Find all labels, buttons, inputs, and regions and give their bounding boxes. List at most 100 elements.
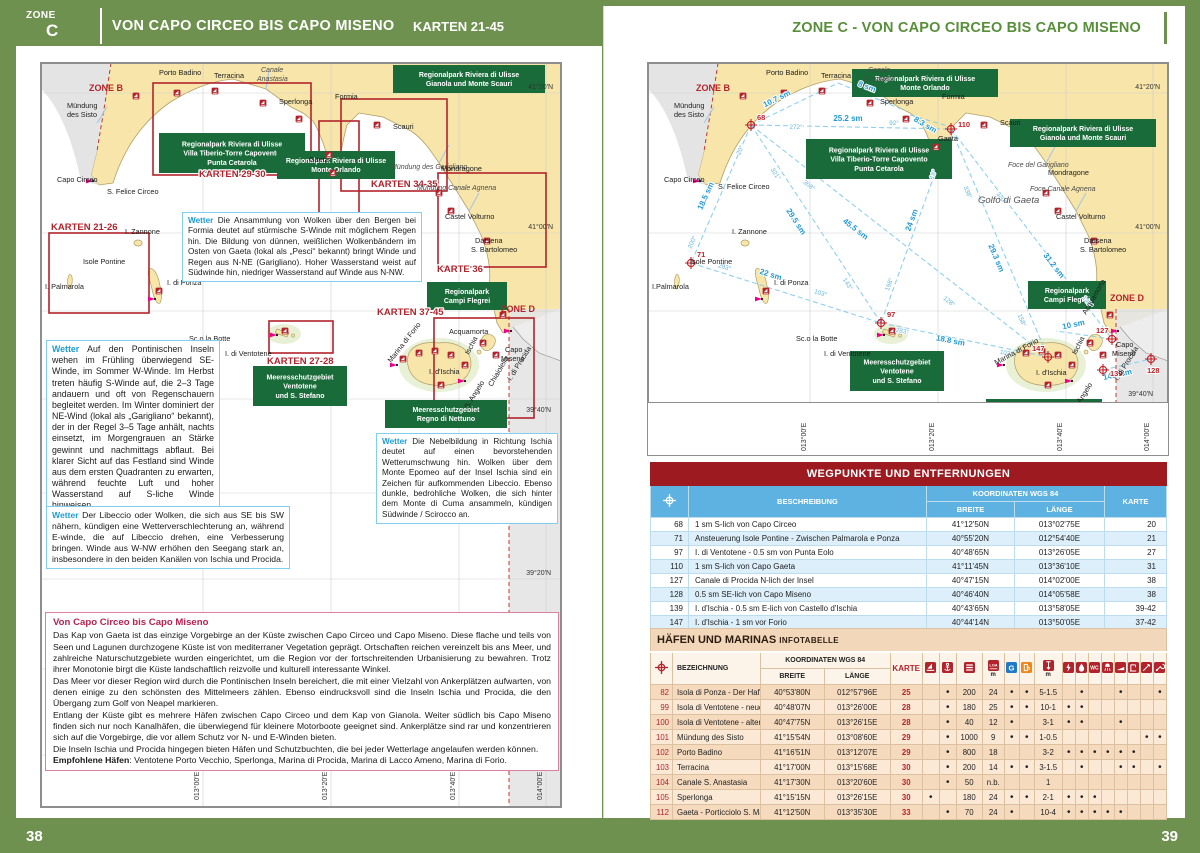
waypoint-description: 1 sm S-lich von Capo Gaeta <box>689 560 927 574</box>
col-beschreibung: BESCHREIBUNG <box>689 486 927 518</box>
place-label: Castel Volturno <box>445 212 495 221</box>
weather-note-nebel: Wetter Die Nebelbildung in Richtung Isch… <box>376 433 558 524</box>
has-gas: • <box>1004 715 1019 730</box>
has-shower <box>1101 730 1114 745</box>
place-label: I. d'Ischia <box>1036 368 1068 377</box>
header-karten-range: KARTEN 21-45 <box>413 19 504 34</box>
has-marina <box>922 730 939 745</box>
col-karte: KARTE <box>890 652 922 685</box>
graticule-label: 39°40'N <box>526 406 551 414</box>
protected-area-label: und S. Stefano <box>873 378 922 385</box>
place-label: Anastasia <box>863 76 895 83</box>
has-crane <box>1127 730 1140 745</box>
protected-area-label: Ventotene <box>880 369 914 376</box>
has-slipway: • <box>1114 685 1127 700</box>
protected-area-label: Gianola und Monte Scauri <box>426 81 512 88</box>
harbor-icon <box>740 93 747 100</box>
place-label: Porto Badino <box>159 68 201 77</box>
svg-text:G: G <box>1009 663 1015 672</box>
has-repair <box>1153 805 1166 820</box>
has-repair: • <box>1153 730 1166 745</box>
waypoint-description: Ansteuerung Isole Pontine - Zwischen Pal… <box>689 532 927 546</box>
max-length: 9 <box>982 730 1004 745</box>
harbor-row: 101Mündung des Sisto41°15'54N013°08'60E2… <box>651 730 1167 745</box>
has-crane <box>1127 790 1140 805</box>
has-fuel <box>1019 745 1034 760</box>
harbor-row: 105Sperlonga41°15'15N013°26'15E30•18024•… <box>651 790 1167 805</box>
waypoint-number: 68 <box>757 113 765 122</box>
fuel-icon <box>1021 662 1032 673</box>
max-length: 12 <box>982 715 1004 730</box>
has-slipway: • <box>1114 760 1127 775</box>
svg-text:WC: WC <box>1090 666 1099 672</box>
waypoint-number: 128 <box>1147 366 1160 375</box>
harbor-name: Gaeta - Porticciolo S. Maria <box>673 805 761 820</box>
berth-count: 800 <box>956 745 982 760</box>
protected-area-label: Campi Flegrei <box>444 298 490 305</box>
waypoint-route-map: Regionalpark Riviera di UlisseMonte Orla… <box>647 62 1169 456</box>
place-label: Darsena <box>1084 236 1113 245</box>
harbor-lat: 41°17'00N <box>760 760 824 775</box>
waypoint-lon: 013°02'75E <box>1014 518 1104 532</box>
graticule-label: 013°40'E <box>1056 422 1064 451</box>
shower-icon <box>1102 662 1113 673</box>
weather-text: Auf den Pontinischen Inseln wehen im Frü… <box>52 344 214 510</box>
place-label: Capo Circeo <box>664 175 705 184</box>
waypoints-table: WEGPUNKTE UND ENTFERNUNGENBESCHREIBUNGKO… <box>650 462 1167 630</box>
waypoint-id: 110 <box>651 560 689 574</box>
waypoint-lat: 41°11'45N <box>926 560 1014 574</box>
depth-range: 3-1.5 <box>1034 760 1062 775</box>
has-anchorage: • <box>939 715 956 730</box>
has-gas: • <box>1004 760 1019 775</box>
max-length: 24 <box>982 805 1004 820</box>
harbor-icon <box>493 352 500 359</box>
anchor-icon <box>942 662 953 673</box>
has-wc <box>1088 700 1101 715</box>
protected-area-label: Meeresschutzgebiet <box>267 374 335 381</box>
weather-lead: Wetter <box>382 437 407 446</box>
crane-icon <box>1128 662 1139 673</box>
protected-area-label: Meeresschutzgebiet <box>864 359 932 366</box>
weather-lead: Wetter <box>188 216 213 225</box>
depth-range: 10-4 <box>1034 805 1062 820</box>
region-title: Von Capo Circeo bis Capo Miseno <box>53 617 551 629</box>
place-label: Isole Pontine <box>690 257 732 266</box>
has-shower <box>1101 790 1114 805</box>
electricity-icon <box>1063 662 1074 673</box>
has-marina <box>922 715 939 730</box>
waypoint-lon: 013°36'10E <box>1014 560 1104 574</box>
chart-extent-label: KARTEN 21-26 <box>51 222 118 233</box>
protected-area-label: Punta Cetarola <box>207 160 257 167</box>
harbor-chart: 30 <box>890 775 922 790</box>
has-crane: • <box>1127 760 1140 775</box>
weather-lead: Wetter <box>52 344 79 354</box>
has-fuel <box>1019 715 1034 730</box>
protected-area-label: Regionalpark Riviera di Ulisse <box>182 141 282 148</box>
has-electricity: • <box>1062 745 1075 760</box>
map-canvas: Regionalpark Riviera di UlisseMonte Orla… <box>648 63 1168 427</box>
has-fuel-hose <box>1140 805 1153 820</box>
place-label: I. Palmarola <box>45 282 85 291</box>
harbor-chart: 30 <box>890 760 922 775</box>
has-marina <box>922 775 939 790</box>
harbor-icon <box>1069 362 1076 369</box>
place-label: Formia <box>335 92 359 101</box>
waypoint-row: 71Ansteuerung Isole Pontine - Zwischen P… <box>651 532 1167 546</box>
place-label: Mündung <box>674 101 704 110</box>
harbor-icon <box>296 116 303 123</box>
place-label: Mündung <box>67 101 97 110</box>
island <box>741 240 749 246</box>
has-anchorage: • <box>939 685 956 700</box>
island <box>134 240 142 246</box>
has-electricity: • <box>1062 715 1075 730</box>
zone-box: ZONE C <box>16 6 100 46</box>
header-separator <box>100 8 102 44</box>
depth-range: 3-2 <box>1034 745 1062 760</box>
harbor-icon <box>1045 382 1052 389</box>
place-label: S. Bartolomeo <box>1080 245 1126 254</box>
waypoint-lat: 40°43'65N <box>926 602 1014 616</box>
waypoint-lon: 014°02'00E <box>1014 574 1104 588</box>
place-label: des Sisto <box>67 110 97 119</box>
harbor-icon <box>1087 340 1094 347</box>
harbor-name: Sperlonga <box>673 790 761 805</box>
